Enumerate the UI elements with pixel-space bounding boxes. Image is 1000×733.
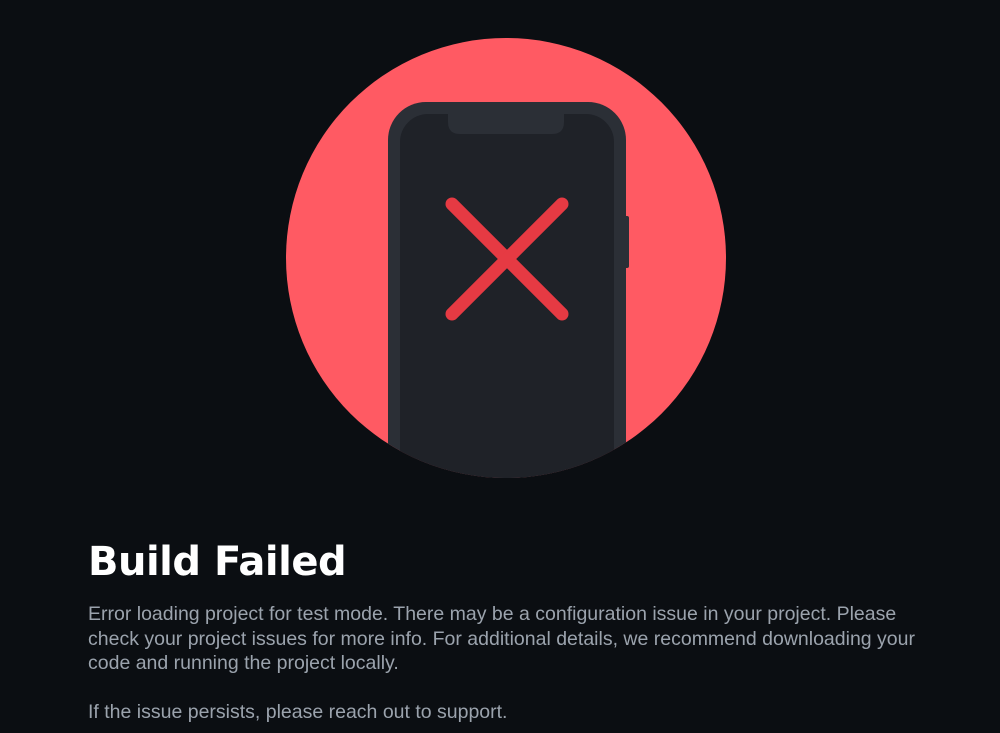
page-title: Build Failed [88, 539, 347, 585]
support-message: If the issue persists, please reach out … [88, 701, 508, 723]
error-message: Error loading project for test mode. The… [88, 603, 915, 674]
phone-screen [400, 114, 614, 478]
phone-notch [448, 112, 564, 134]
build-failed-illustration [286, 38, 726, 478]
error-content: Build Failed Error loading project for t… [88, 538, 948, 725]
phone-error-icon [286, 38, 726, 478]
